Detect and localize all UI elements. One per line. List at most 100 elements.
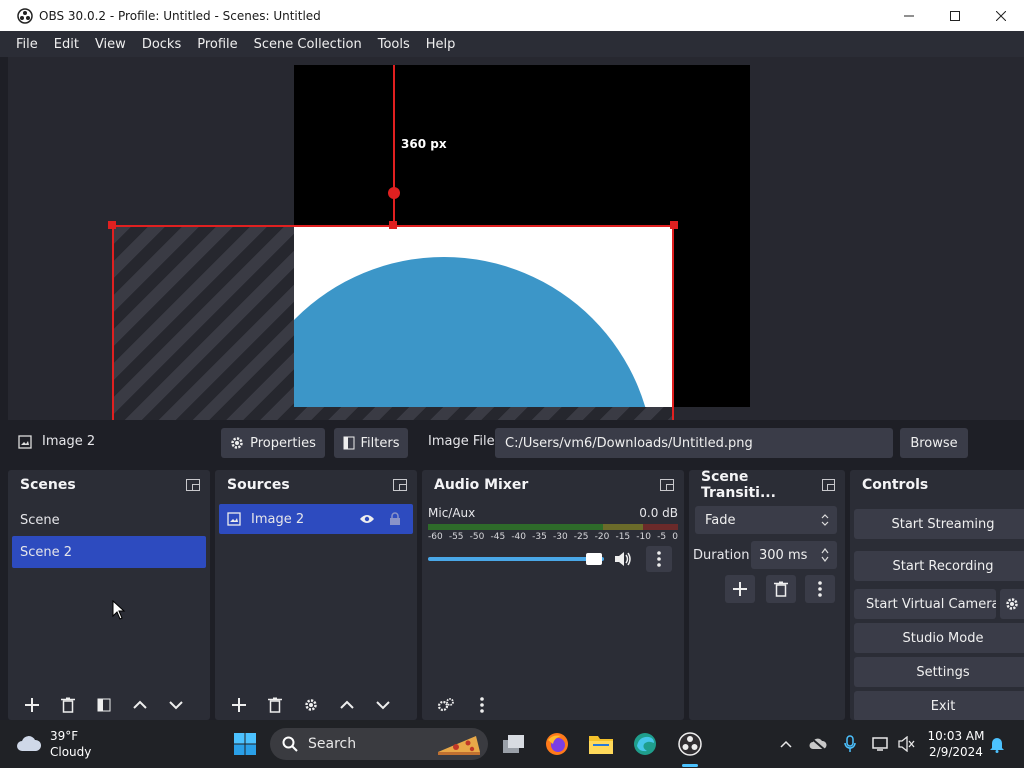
move-source-up-button[interactable] <box>329 691 365 719</box>
minimize-icon <box>904 15 914 16</box>
resize-handle-top-center[interactable] <box>389 221 397 229</box>
onedrive-tray-button[interactable] <box>808 734 828 754</box>
show-hidden-icons-button[interactable] <box>776 734 796 754</box>
volume-slider-track[interactable] <box>428 557 604 561</box>
notifications-button[interactable] <box>987 734 1007 754</box>
rotation-handle[interactable] <box>388 187 400 199</box>
obs-logo-icon <box>678 732 702 756</box>
kebab-menu-icon <box>818 581 822 597</box>
source-item[interactable]: Image 2 <box>219 504 413 534</box>
audio-channel-name: Mic/Aux <box>428 506 476 520</box>
obs-taskbar-button[interactable] <box>676 730 704 758</box>
distance-guide-line <box>393 65 395 225</box>
filters-button[interactable]: Filters <box>334 428 408 458</box>
speaker-icon[interactable] <box>614 551 632 567</box>
close-button[interactable] <box>978 0 1024 31</box>
browse-button[interactable]: Browse <box>900 428 968 458</box>
image-file-path-field[interactable]: C:/Users/vm6/Downloads/Untitled.png <box>495 428 893 458</box>
search-placeholder: Search <box>308 736 357 752</box>
kebab-menu-icon <box>480 697 484 713</box>
scene-filters-button[interactable] <box>86 691 122 719</box>
start-button[interactable] <box>231 730 259 758</box>
plus-icon <box>733 582 747 596</box>
menu-tools[interactable]: Tools <box>370 37 418 52</box>
source-properties-button[interactable] <box>293 691 329 719</box>
weather-widget[interactable]: 39°F Cloudy <box>16 728 91 760</box>
resize-handle-top-left[interactable] <box>108 221 116 229</box>
virtual-camera-settings-button[interactable] <box>1000 589 1024 619</box>
search-icon <box>282 736 298 752</box>
menu-docks[interactable]: Docks <box>134 37 189 52</box>
chevron-updown-icon <box>821 514 829 526</box>
add-transition-button[interactable] <box>725 575 755 603</box>
remove-source-button[interactable] <box>257 691 293 719</box>
scene-item[interactable]: Scene <box>8 504 210 536</box>
menu-profile[interactable]: Profile <box>189 37 245 52</box>
start-recording-button[interactable]: Start Recording <box>854 551 1024 581</box>
maximize-button[interactable] <box>932 0 978 31</box>
trash-icon <box>61 697 75 713</box>
menu-scene-collection[interactable]: Scene Collection <box>246 37 370 52</box>
network-tray-button[interactable] <box>871 734 891 754</box>
remove-transition-button[interactable] <box>766 575 796 603</box>
task-view-icon <box>503 735 524 753</box>
controls-title: Controls <box>862 477 929 493</box>
advanced-audio-button[interactable] <box>428 691 464 719</box>
gear-icon <box>1006 598 1018 610</box>
source-item-label: Image 2 <box>251 511 305 527</box>
file-explorer-taskbar-button[interactable] <box>587 730 615 758</box>
lock-icon[interactable] <box>389 512 401 526</box>
gears-icon <box>437 698 454 712</box>
move-source-down-button[interactable] <box>365 691 401 719</box>
audio-mixer-menu-button[interactable] <box>464 691 500 719</box>
preview-canvas[interactable]: 360 px <box>8 57 1024 420</box>
edge-icon <box>634 733 656 755</box>
menu-help[interactable]: Help <box>418 37 464 52</box>
chevron-up-icon <box>340 700 354 709</box>
volume-tray-button[interactable] <box>897 734 917 754</box>
maximize-icon <box>950 10 960 21</box>
firefox-taskbar-button[interactable] <box>543 730 571 758</box>
studio-mode-button[interactable]: Studio Mode <box>854 623 1024 653</box>
properties-button[interactable]: Properties <box>221 428 325 458</box>
selected-source: Image 2 <box>18 434 95 449</box>
minimize-button[interactable] <box>886 0 932 31</box>
remove-scene-button[interactable] <box>50 691 86 719</box>
source-toolbar: Image 2 Properties Filters Image File C:… <box>8 420 1024 466</box>
menu-edit[interactable]: Edit <box>46 37 87 52</box>
title-bar: OBS 30.0.2 - Profile: Untitled - Scenes:… <box>0 0 1024 31</box>
settings-button[interactable]: Settings <box>854 657 1024 687</box>
start-streaming-button[interactable]: Start Streaming <box>854 509 1024 539</box>
filter-icon <box>97 698 111 712</box>
scene-item-selected[interactable]: Scene 2 <box>12 536 206 568</box>
exit-button[interactable]: Exit <box>854 691 1024 721</box>
task-view-button[interactable] <box>500 730 528 758</box>
transition-menu-button[interactable] <box>805 575 835 603</box>
menu-view[interactable]: View <box>87 37 134 52</box>
eye-icon[interactable] <box>359 513 375 525</box>
add-scene-button[interactable] <box>14 691 50 719</box>
menu-file[interactable]: File <box>8 37 46 52</box>
add-source-button[interactable] <box>221 691 257 719</box>
duration-spinbox[interactable]: 300 ms <box>751 541 837 569</box>
transition-select[interactable]: Fade <box>695 506 837 534</box>
edge-taskbar-button[interactable] <box>631 730 659 758</box>
float-dock-icon[interactable] <box>186 479 200 491</box>
microphone-icon <box>844 735 856 752</box>
float-dock-icon[interactable] <box>660 479 674 491</box>
taskbar-clock[interactable]: 10:03 AM 2/9/2024 <box>926 728 986 760</box>
microphone-tray-button[interactable] <box>840 734 860 754</box>
audio-channel-menu-button[interactable] <box>646 546 672 572</box>
float-dock-icon[interactable] <box>821 479 836 491</box>
float-dock-icon[interactable] <box>393 479 407 491</box>
resize-handle-top-right[interactable] <box>670 221 678 229</box>
taskbar: 39°F Cloudy Search 10:03 AM 2/9/2024 <box>0 720 1024 768</box>
selected-source-bounds[interactable] <box>112 225 674 420</box>
start-virtual-camera-button[interactable]: Start Virtual Camera <box>854 589 996 619</box>
taskbar-search[interactable]: Search <box>270 728 488 760</box>
controls-dock: Controls Start Streaming Start Recording… <box>850 470 1024 721</box>
sources-title: Sources <box>227 477 290 493</box>
move-scene-down-button[interactable] <box>158 691 194 719</box>
volume-slider-handle[interactable] <box>586 553 603 565</box>
move-scene-up-button[interactable] <box>122 691 158 719</box>
